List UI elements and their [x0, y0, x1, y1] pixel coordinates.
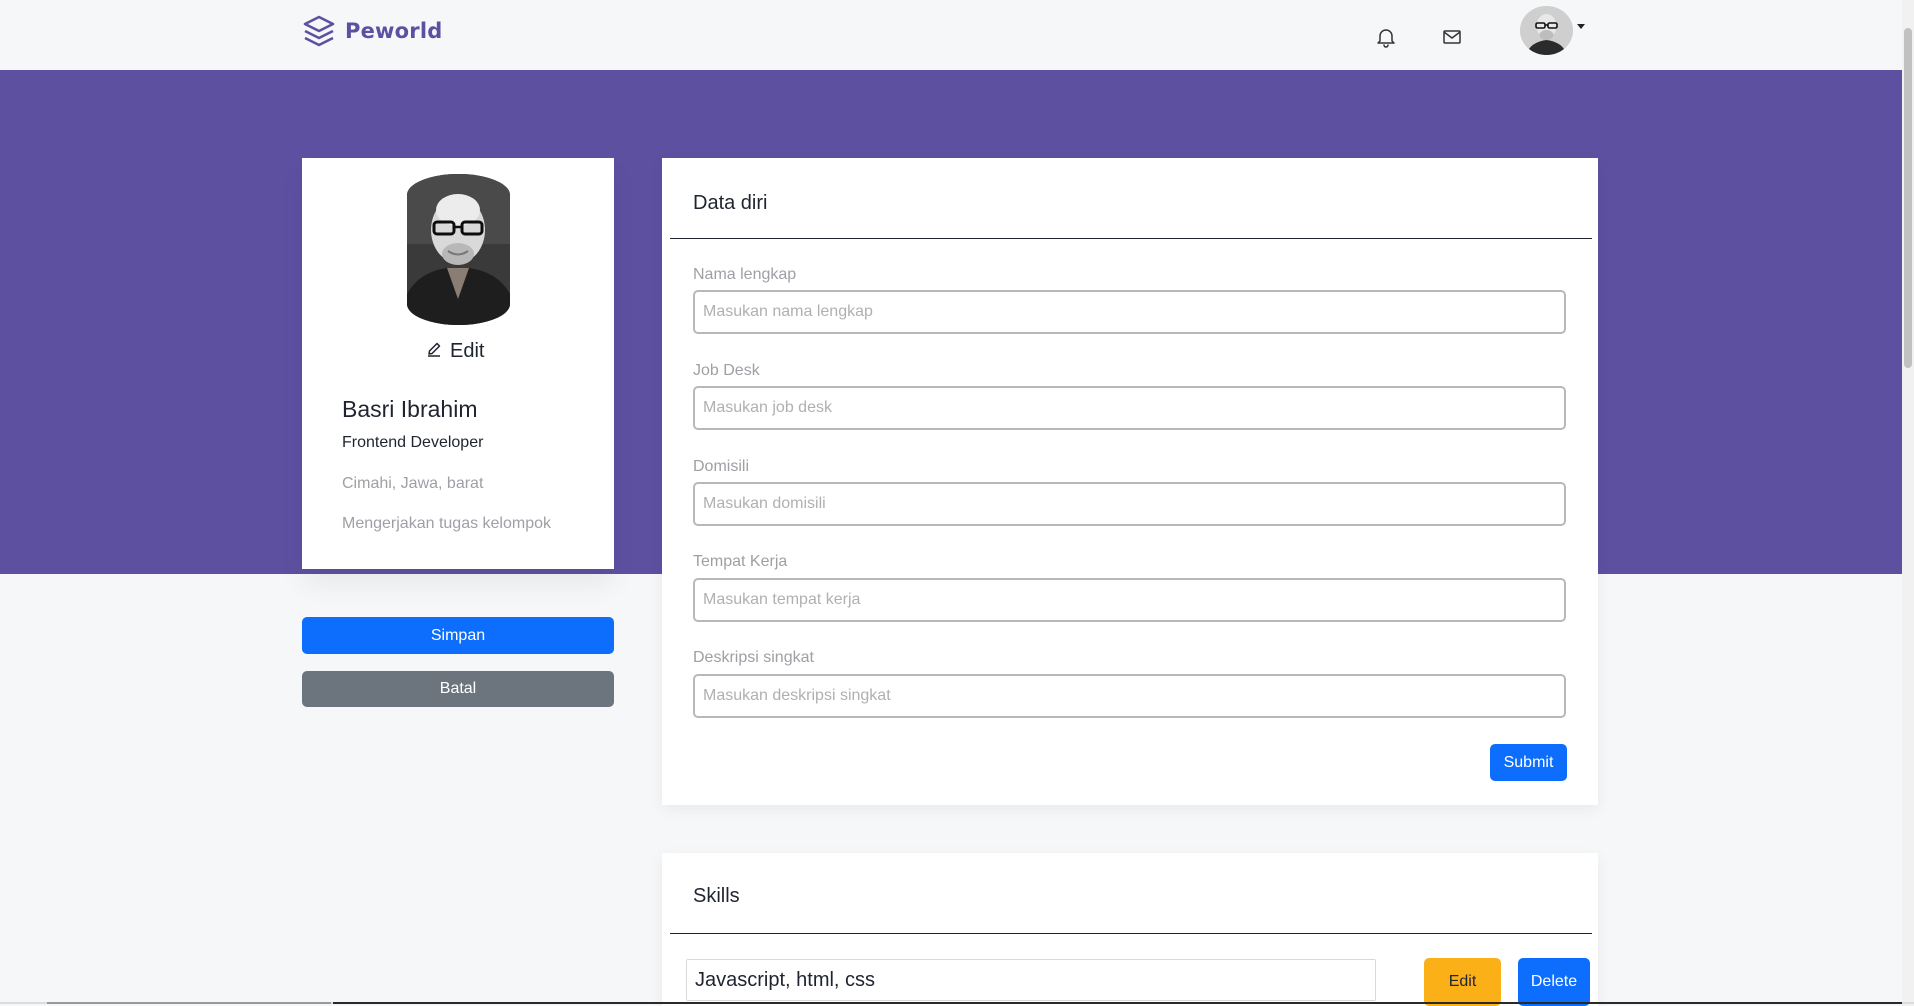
profile-job-title: Frontend Developer	[342, 434, 484, 451]
delete-skill-button[interactable]: Delete	[1518, 958, 1590, 1006]
job-desk-label: Job Desk	[693, 362, 760, 379]
brand-logo[interactable]: Peworld	[302, 14, 442, 48]
user-avatar[interactable]	[1520, 6, 1573, 55]
bottom-border	[0, 1002, 1914, 1004]
mail-icon[interactable]	[1440, 25, 1464, 49]
divider	[670, 238, 1592, 239]
nama-lengkap-input[interactable]	[693, 290, 1566, 334]
bell-icon[interactable]	[1374, 25, 1398, 49]
edit-skill-button[interactable]: Edit	[1424, 958, 1501, 1006]
skills-input[interactable]	[686, 959, 1376, 1001]
deskripsi-singkat-input[interactable]	[693, 674, 1566, 718]
skills-card: Skills Edit Delete	[662, 853, 1598, 1006]
layers-icon	[302, 14, 336, 48]
profile-location: Cimahi, Jawa, barat	[342, 475, 484, 492]
data-diri-title: Data diri	[693, 192, 768, 214]
skills-title: Skills	[693, 885, 740, 907]
divider	[47, 1002, 331, 1004]
data-diri-card: Data diri Nama lengkap Job Desk Domisili…	[662, 158, 1598, 805]
top-navbar: Peworld	[0, 0, 1902, 70]
profile-card: Edit Basri Ibrahim Frontend Developer Ci…	[302, 158, 614, 569]
deskripsi-singkat-label: Deskripsi singkat	[693, 649, 814, 666]
domisili-label: Domisili	[693, 458, 749, 475]
profile-name: Basri Ibrahim	[342, 396, 478, 422]
tempat-kerja-input[interactable]	[693, 578, 1566, 622]
save-button[interactable]: Simpan	[302, 617, 614, 654]
pencil-icon	[426, 340, 442, 363]
chevron-down-icon[interactable]	[1577, 24, 1585, 29]
profile-description: Mengerjakan tugas kelompok	[342, 515, 552, 532]
scrollbar[interactable]	[1902, 0, 1914, 1006]
submit-button[interactable]: Submit	[1490, 744, 1567, 781]
tempat-kerja-label: Tempat Kerja	[693, 553, 788, 570]
job-desk-input[interactable]	[693, 386, 1566, 430]
cancel-button[interactable]: Batal	[302, 671, 614, 707]
scrollbar-thumb[interactable]	[1904, 28, 1912, 368]
profile-photo	[407, 174, 510, 325]
divider	[670, 933, 1592, 934]
edit-photo-link[interactable]: Edit	[426, 340, 484, 363]
nama-lengkap-label: Nama lengkap	[693, 266, 797, 283]
domisili-input[interactable]	[693, 482, 1566, 526]
edit-label: Edit	[450, 340, 485, 362]
divider	[333, 1002, 1902, 1004]
brand-name: Peworld	[345, 19, 443, 43]
